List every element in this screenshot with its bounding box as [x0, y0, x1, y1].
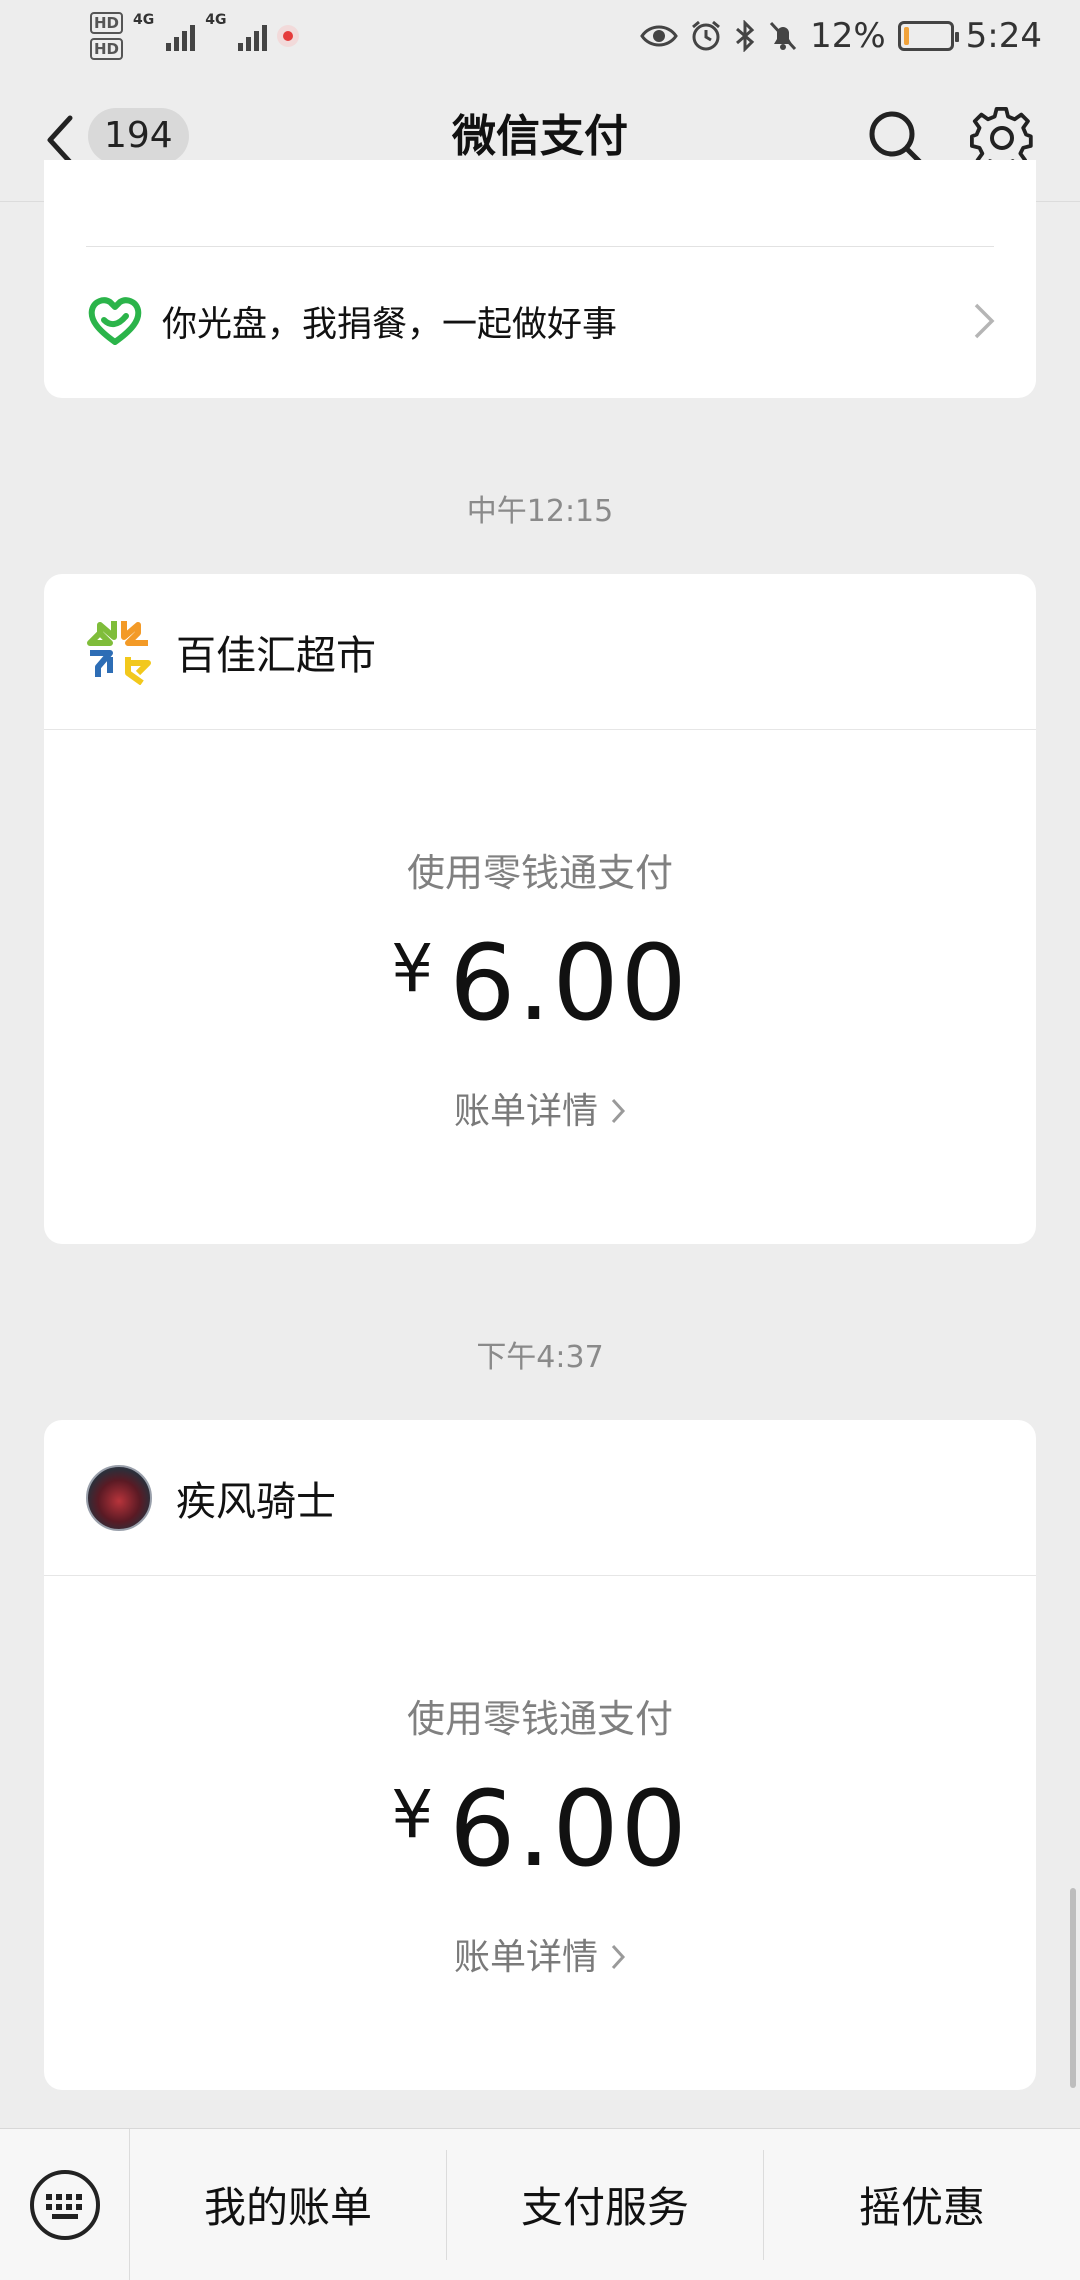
payment-method: 使用零钱通支付: [406, 1697, 673, 1741]
payment-card[interactable]: 疾风骑士 使用零钱通支付 ¥6.00 账单详情: [44, 1420, 1036, 2090]
merchant-name: 百佳汇超市: [176, 632, 376, 679]
menu-my-bills[interactable]: 我的账单: [130, 2149, 447, 2260]
merchant-logo-icon: [87, 620, 151, 685]
battery-percent: 12%: [810, 16, 886, 56]
hd-indicators: HD HD: [90, 12, 124, 60]
unread-count-badge[interactable]: 194: [88, 108, 189, 164]
hd-badge-2: HD: [90, 38, 124, 60]
merchant-name: 疾风骑士: [176, 1478, 336, 1525]
eye-icon: [640, 25, 678, 47]
network-label-2: 4G: [205, 12, 227, 28]
promo-card: 你光盘，我捐餐，一起做好事: [44, 160, 1036, 398]
mute-icon: [769, 21, 797, 51]
status-right: 12% 5:24: [640, 16, 1042, 56]
menu-payment-services[interactable]: 支付服务: [447, 2149, 764, 2260]
bluetooth-icon: [736, 20, 755, 52]
payment-card[interactable]: 百佳汇超市 使用零钱通支付 ¥6.00 账单详情: [44, 574, 1036, 1244]
alarm-icon: [692, 20, 721, 51]
recording-icon: [277, 25, 300, 47]
heart-leaf-icon: [88, 297, 142, 345]
scrollbar[interactable]: [1070, 1888, 1076, 2088]
amount-value: 6.00: [449, 1768, 689, 1890]
payment-amount: ¥6.00: [44, 922, 1036, 1044]
wechat-pay-screen: HD HD 4G 4G 12% 5:24 微信支付 194 你光盘，我捐餐，一起…: [0, 0, 1080, 2280]
divider: [86, 246, 994, 247]
currency-symbol: ¥: [391, 1776, 436, 1853]
chevron-right-icon: [611, 1944, 626, 1970]
message-time: 中午12:15: [466, 494, 614, 529]
avatar: [86, 1464, 152, 1531]
keyboard-icon: [29, 2169, 100, 2240]
hd-badge-1: HD: [90, 12, 124, 34]
clock: 5:24: [965, 16, 1042, 56]
chevron-right-icon: [974, 303, 995, 339]
search-icon[interactable]: [866, 108, 926, 168]
chevron-right-icon: [611, 1098, 626, 1124]
bill-detail-link[interactable]: 账单详情: [44, 1082, 1036, 1134]
bottom-menu-bar: 我的账单 支付服务 摇优惠: [0, 2128, 1080, 2280]
battery-icon: [897, 21, 959, 51]
promo-text: 你光盘，我捐餐，一起做好事: [162, 304, 618, 345]
signal-icon: [166, 21, 196, 51]
promo-row[interactable]: 你光盘，我捐餐，一起做好事: [88, 288, 996, 354]
amount-value: 6.00: [449, 922, 689, 1044]
bill-detail-label: 账单详情: [453, 1091, 598, 1132]
bill-detail-label: 账单详情: [453, 1937, 598, 1978]
status-bar: HD HD 4G 4G 12% 5:24: [0, 0, 1080, 72]
status-left: HD HD 4G 4G: [90, 12, 300, 60]
bill-detail-link[interactable]: 账单详情: [44, 1928, 1036, 1980]
network-label-1: 4G: [133, 12, 155, 28]
message-time: 下午4:37: [476, 1340, 604, 1375]
merchant-header[interactable]: 百佳汇超市: [44, 574, 1036, 730]
menu-shake-discounts[interactable]: 摇优惠: [764, 2150, 1080, 2260]
battery-level: [903, 27, 909, 45]
payment-amount: ¥6.00: [44, 1768, 1036, 1890]
keyboard-toggle-button[interactable]: [0, 2128, 130, 2280]
currency-symbol: ¥: [391, 930, 436, 1007]
payment-method: 使用零钱通支付: [406, 851, 673, 895]
signal-icon: [238, 21, 268, 51]
merchant-header[interactable]: 疾风骑士: [44, 1420, 1036, 1576]
